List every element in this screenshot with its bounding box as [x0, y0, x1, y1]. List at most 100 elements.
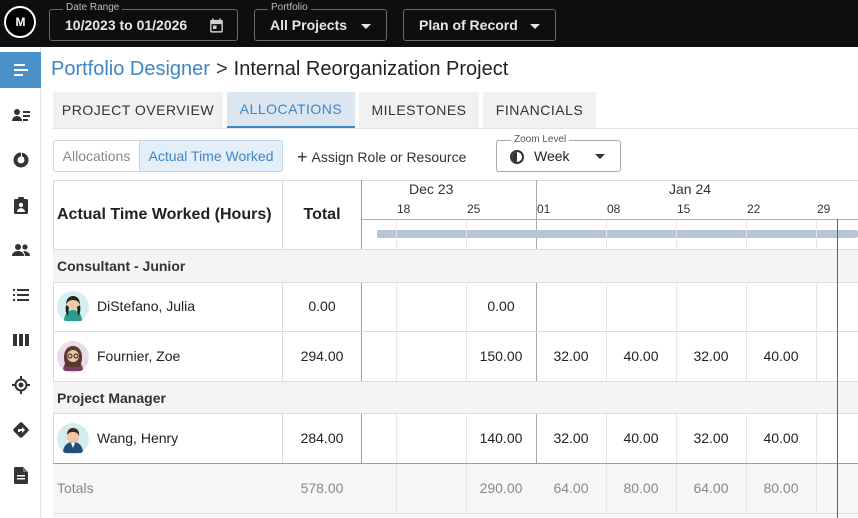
row-total: 294.00 — [300, 348, 344, 364]
page-title: Internal Reorganization Project — [233, 58, 509, 80]
week-cell[interactable]: 0.00 — [466, 298, 536, 314]
week-cell[interactable]: 32.00 — [676, 348, 746, 364]
breadcrumb-root-link[interactable]: Portfolio Designer — [51, 58, 210, 80]
row-border — [53, 331, 858, 332]
target-icon[interactable] — [0, 367, 41, 403]
actual-time-worked-toggle[interactable]: Actual Time Worked — [139, 140, 283, 172]
breadcrumb-separator: > — [215, 58, 228, 80]
group-header: Project Manager — [53, 382, 858, 414]
portfolio-select[interactable]: Portfolio All Projects — [254, 2, 387, 41]
totals-total: 578.00 — [300, 480, 344, 496]
week-label: 15 — [677, 202, 691, 216]
week-cell[interactable]: 40.00 — [746, 430, 816, 446]
tab-divider — [53, 128, 858, 129]
row-total: 0.00 — [308, 298, 336, 314]
project-timeline-bar[interactable] — [377, 230, 858, 238]
week-separator — [676, 332, 677, 381]
week-cell[interactable]: 32.00 — [676, 430, 746, 446]
chevron-down-icon — [361, 24, 371, 29]
assign-role-button[interactable]: + Assign Role or Resource — [297, 146, 466, 167]
chevron-down-icon — [530, 24, 540, 29]
week-separator — [746, 464, 747, 513]
grid-header-total: Total — [303, 206, 341, 223]
date-range-label: Date Range — [63, 2, 123, 13]
week-separator — [676, 414, 677, 463]
week-cell[interactable]: 32.00 — [536, 430, 606, 446]
row-border — [53, 413, 858, 414]
plan-select[interactable]: Plan of Record — [403, 9, 556, 41]
plan-value: Plan of Record — [419, 17, 518, 33]
week-tick — [606, 220, 607, 249]
week-separator — [816, 464, 817, 513]
week-separator — [466, 464, 467, 513]
tab-financials[interactable]: FINANCIALS — [483, 92, 596, 128]
group-name: Project Manager — [57, 390, 166, 406]
week-label: 22 — [747, 202, 761, 216]
row-border — [53, 513, 858, 514]
week-separator — [746, 332, 747, 381]
avatar — [57, 423, 89, 455]
week-separator — [746, 282, 747, 331]
week-separator — [606, 282, 607, 331]
week-cell[interactable]: 40.00 — [606, 348, 676, 364]
week-cell[interactable]: 32.00 — [536, 348, 606, 364]
grid-top-border — [53, 180, 858, 181]
clipboard-person-icon[interactable] — [0, 187, 41, 223]
totals-cell: 290.00 — [479, 480, 523, 496]
week-cell[interactable]: 40.00 — [746, 348, 816, 364]
app-logo[interactable]: M — [4, 6, 36, 38]
totals-label: Totals — [57, 480, 94, 496]
list-icon[interactable] — [0, 277, 41, 313]
user-list-icon[interactable] — [0, 97, 41, 133]
calendar-icon — [210, 18, 223, 33]
group-name: Consultant - Junior — [57, 258, 186, 274]
columns-icon[interactable] — [0, 322, 41, 358]
row-total: 284.00 — [300, 430, 344, 446]
row-border — [53, 282, 858, 283]
avatar — [57, 291, 89, 323]
resource-name[interactable]: DiStefano, Julia — [97, 298, 195, 314]
breadcrumb: Portfolio Designer > Internal Reorganizati… — [51, 58, 508, 81]
week-cell[interactable]: 40.00 — [606, 430, 676, 446]
week-separator — [746, 414, 747, 463]
allocations-toggle[interactable]: Allocations — [53, 140, 140, 172]
week-separator — [816, 332, 817, 381]
week-cell[interactable]: 140.00 — [466, 430, 536, 446]
half-circle-icon — [510, 150, 524, 164]
week-label: 18 — [397, 202, 411, 216]
week-separator — [676, 464, 677, 513]
tab-allocations[interactable]: ALLOCATIONS — [227, 92, 355, 128]
menu-icon[interactable] — [0, 52, 41, 88]
resource-name[interactable]: Fournier, Zoe — [97, 348, 180, 364]
date-range-value: 10/2023 to 01/2026 — [65, 17, 188, 33]
avatar — [57, 341, 89, 373]
timeline-axis — [361, 219, 858, 220]
date-range-picker[interactable]: Date Range 10/2023 to 01/2026 — [49, 2, 238, 41]
week-separator — [606, 414, 607, 463]
portfolio-label: Portfolio — [268, 2, 311, 13]
resource-name[interactable]: Wang, Henry — [97, 430, 178, 446]
week-label: 08 — [607, 202, 621, 216]
totals-border — [53, 463, 858, 464]
week-separator — [396, 332, 397, 381]
month-label: Jan 24 — [669, 181, 712, 197]
zoom-level-label: Zoom Level — [511, 134, 570, 145]
week-tick — [466, 220, 467, 249]
tab-milestones[interactable]: MILESTONES — [359, 92, 479, 128]
month-label: Dec 23 — [409, 181, 454, 197]
document-icon[interactable] — [0, 457, 41, 493]
people-icon[interactable] — [0, 232, 41, 268]
week-label: 29 — [817, 202, 831, 216]
donut-chart-icon[interactable] — [0, 142, 41, 178]
zoom-level-select[interactable]: Zoom Level Week — [496, 134, 621, 172]
group-header: Consultant - Junior — [53, 250, 858, 282]
week-separator — [466, 414, 467, 463]
totals-cell: 64.00 — [693, 480, 729, 496]
tab-project-overview[interactable]: PROJECT OVERVIEW — [53, 92, 223, 128]
week-cell[interactable]: 150.00 — [466, 348, 536, 364]
grid-header-title: Actual Time Worked (Hours) — [57, 206, 272, 223]
totals-cell: 80.00 — [623, 480, 659, 496]
route-icon[interactable] — [0, 412, 41, 448]
week-label: 01 — [537, 202, 551, 216]
chevron-down-icon — [595, 154, 605, 159]
